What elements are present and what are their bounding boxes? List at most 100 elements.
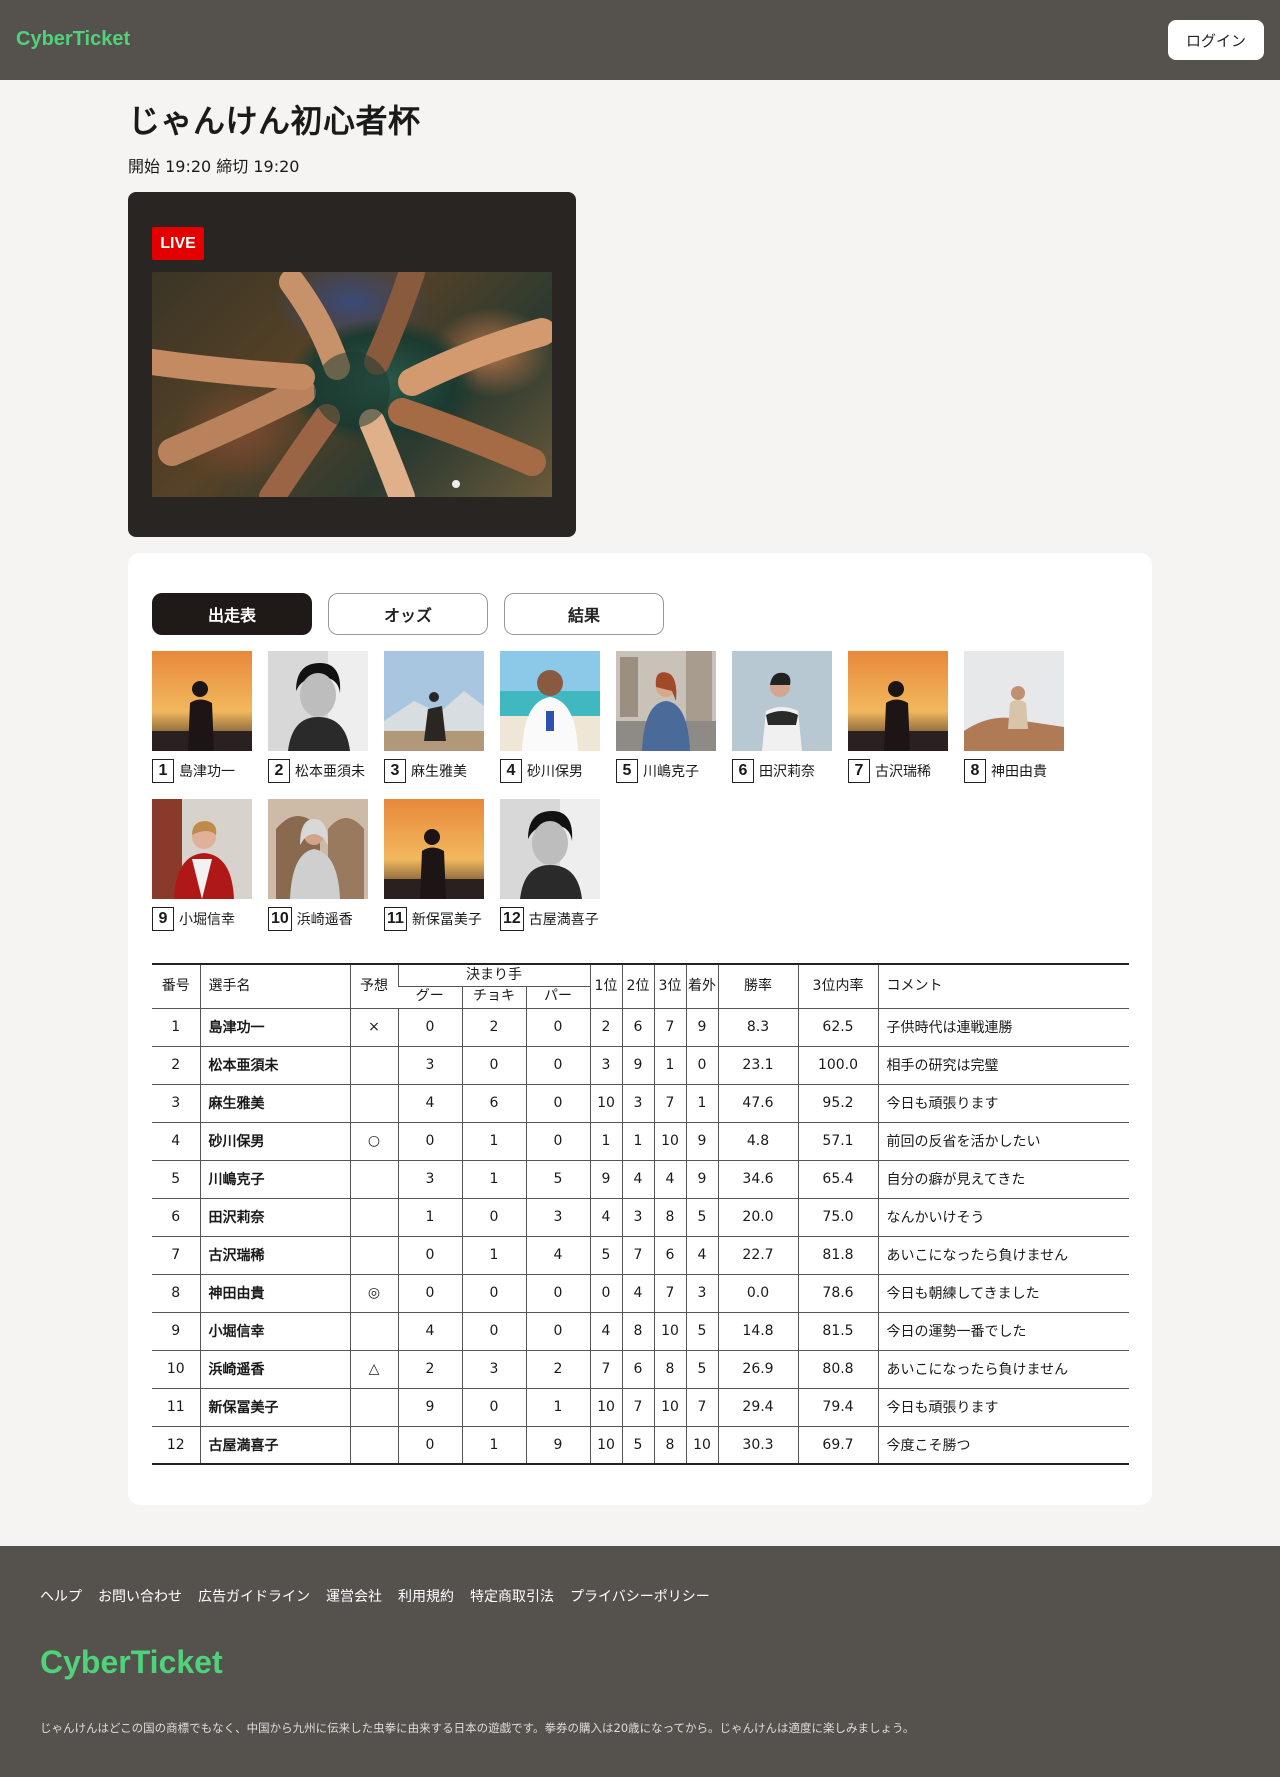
player-number: 8 <box>964 759 986 783</box>
player-photo <box>384 651 484 751</box>
row-choki: 0 <box>461 1046 526 1085</box>
col-header-out: 着外 <box>685 964 718 1009</box>
tab-results[interactable]: 結果 <box>504 593 664 635</box>
row-win-rate: 47.6 <box>717 1084 798 1123</box>
row-number: 10 <box>152 1350 200 1389</box>
player-name: 松本亜須未 <box>295 764 365 780</box>
table-row: 3 麻生雅美 4 6 0 10 3 7 1 47.6 95.2 今日も頑張ります <box>152 1084 1129 1123</box>
row-1st: 10 <box>589 1084 622 1123</box>
table-row: 9 小堀信幸 4 0 0 4 8 10 5 14.8 81.5 今日の運勢一番でした <box>152 1312 1129 1351</box>
table-row: 6 田沢莉奈 1 0 3 4 3 8 5 20.0 75.0 なんかいけそう <box>152 1198 1129 1237</box>
row-comment: あいこになったら負けません <box>877 1236 1129 1275</box>
row-pick <box>349 1198 398 1237</box>
hands-circle-image <box>152 272 552 497</box>
row-comment: 相手の研究は完璧 <box>877 1046 1129 1085</box>
tab-entries[interactable]: 出走表 <box>152 593 312 635</box>
row-top3-rate: 80.8 <box>797 1350 878 1389</box>
row-player-name: 神田由貴 <box>199 1274 350 1313</box>
row-gu: 3 <box>397 1160 462 1199</box>
row-out: 9 <box>685 1160 718 1199</box>
login-button[interactable]: ログイン <box>1168 20 1264 60</box>
player-name: 小堀信幸 <box>179 912 235 928</box>
player-number: 4 <box>500 759 522 783</box>
player-photo <box>384 799 484 899</box>
row-choki: 6 <box>461 1084 526 1123</box>
col-header-win-rate: 勝率 <box>717 964 798 1009</box>
footer-link-ad-guidelines[interactable]: 広告ガイドライン <box>198 1586 310 1606</box>
row-pa: 5 <box>525 1160 590 1199</box>
row-3rd: 4 <box>653 1160 686 1199</box>
row-comment: 子供時代は連戦連勝 <box>877 1008 1129 1047</box>
footer-link-company[interactable]: 運営会社 <box>326 1586 382 1606</box>
row-gu: 0 <box>397 1122 462 1161</box>
row-gu: 4 <box>397 1084 462 1123</box>
col-header-pick: 予想 <box>349 964 398 1009</box>
player-card[interactable]: 2 松本亜須未 <box>268 651 368 783</box>
row-gu: 2 <box>397 1350 462 1389</box>
player-card[interactable]: 3 麻生雅美 <box>384 651 484 783</box>
row-choki: 0 <box>461 1274 526 1313</box>
row-gu: 9 <box>397 1388 462 1427</box>
event-title: じゃんけん初心者杯 <box>128 102 421 140</box>
player-card[interactable]: 1 島津功一 <box>152 651 252 783</box>
tab-odds[interactable]: オッズ <box>328 593 488 635</box>
row-top3-rate: 65.4 <box>797 1160 878 1199</box>
footer-link-commerce-law[interactable]: 特定商取引法 <box>470 1586 554 1606</box>
row-win-rate: 4.8 <box>717 1122 798 1161</box>
row-out: 10 <box>685 1426 718 1465</box>
row-player-name: 小堀信幸 <box>199 1312 350 1351</box>
row-pick: ◎ <box>349 1274 398 1313</box>
player-card[interactable]: 9 小堀信幸 <box>152 799 252 931</box>
player-name: 田沢莉奈 <box>759 764 815 780</box>
row-pa: 0 <box>525 1274 590 1313</box>
col-header-top3-rate: 3位内率 <box>797 964 878 1009</box>
row-choki: 1 <box>461 1236 526 1275</box>
footer-link-contact[interactable]: お問い合わせ <box>98 1586 182 1606</box>
brand-logo[interactable]: CyberTicket <box>16 28 130 51</box>
player-card[interactable]: 12 古屋満喜子 <box>500 799 600 931</box>
row-top3-rate: 57.1 <box>797 1122 878 1161</box>
live-video[interactable] <box>152 272 552 497</box>
row-2nd: 6 <box>621 1008 654 1047</box>
table-row: 4 砂川保男 ○ 0 1 0 1 1 10 9 4.8 57.1 前回の反省を活かしたい <box>152 1122 1129 1161</box>
player-card[interactable]: 6 田沢莉奈 <box>732 651 832 783</box>
carousel-dot[interactable] <box>452 480 460 488</box>
row-player-name: 麻生雅美 <box>199 1084 350 1123</box>
col-header-3rd: 3位 <box>653 964 686 1009</box>
live-badge: LIVE <box>152 227 204 260</box>
col-header-choki: チョキ <box>461 986 526 1009</box>
player-card[interactable]: 5 川嶋克子 <box>616 651 716 783</box>
row-out: 9 <box>685 1008 718 1047</box>
player-photo <box>500 651 600 751</box>
row-number: 4 <box>152 1122 200 1161</box>
player-card[interactable]: 11 新保冨美子 <box>384 799 484 931</box>
row-out: 9 <box>685 1122 718 1161</box>
player-card[interactable]: 7 古沢瑞稀 <box>848 651 948 783</box>
player-photo <box>732 651 832 751</box>
site-header: CyberTicket ログイン <box>0 0 1280 80</box>
footer-brand-logo[interactable]: CyberTicket <box>40 1644 223 1681</box>
footer-link-privacy[interactable]: プライバシーポリシー <box>570 1586 710 1606</box>
row-2nd: 7 <box>621 1236 654 1275</box>
player-name: 古沢瑞稀 <box>875 764 931 780</box>
table-row: 7 古沢瑞稀 0 1 4 5 7 6 4 22.7 81.8 あいこになったら負けません <box>152 1236 1129 1275</box>
footer-link-help[interactable]: ヘルプ <box>40 1586 82 1606</box>
row-1st: 9 <box>589 1160 622 1199</box>
player-card[interactable]: 8 神田由貴 <box>964 651 1064 783</box>
row-pa: 9 <box>525 1426 590 1465</box>
player-number: 7 <box>848 759 870 783</box>
row-top3-rate: 95.2 <box>797 1084 878 1123</box>
footer-disclaimer: じゃんけんはどこの国の商標でもなく、中国から九州に伝来した虫拳に由来する日本の遊… <box>40 1721 915 1735</box>
row-3rd: 1 <box>653 1046 686 1085</box>
entries-table: 番号 選手名 予想 決まり手 1位 2位 3位 着外 勝率 3位内率 コメント … <box>152 963 1129 1465</box>
row-number: 5 <box>152 1160 200 1199</box>
player-card[interactable]: 4 砂川保男 <box>500 651 600 783</box>
row-pa: 0 <box>525 1312 590 1351</box>
player-card[interactable]: 10 浜崎遥香 <box>268 799 368 931</box>
row-3rd: 7 <box>653 1084 686 1123</box>
footer-link-terms[interactable]: 利用規約 <box>398 1586 454 1606</box>
row-gu: 4 <box>397 1312 462 1351</box>
row-win-rate: 23.1 <box>717 1046 798 1085</box>
row-pick <box>349 1426 398 1465</box>
row-top3-rate: 75.0 <box>797 1198 878 1237</box>
